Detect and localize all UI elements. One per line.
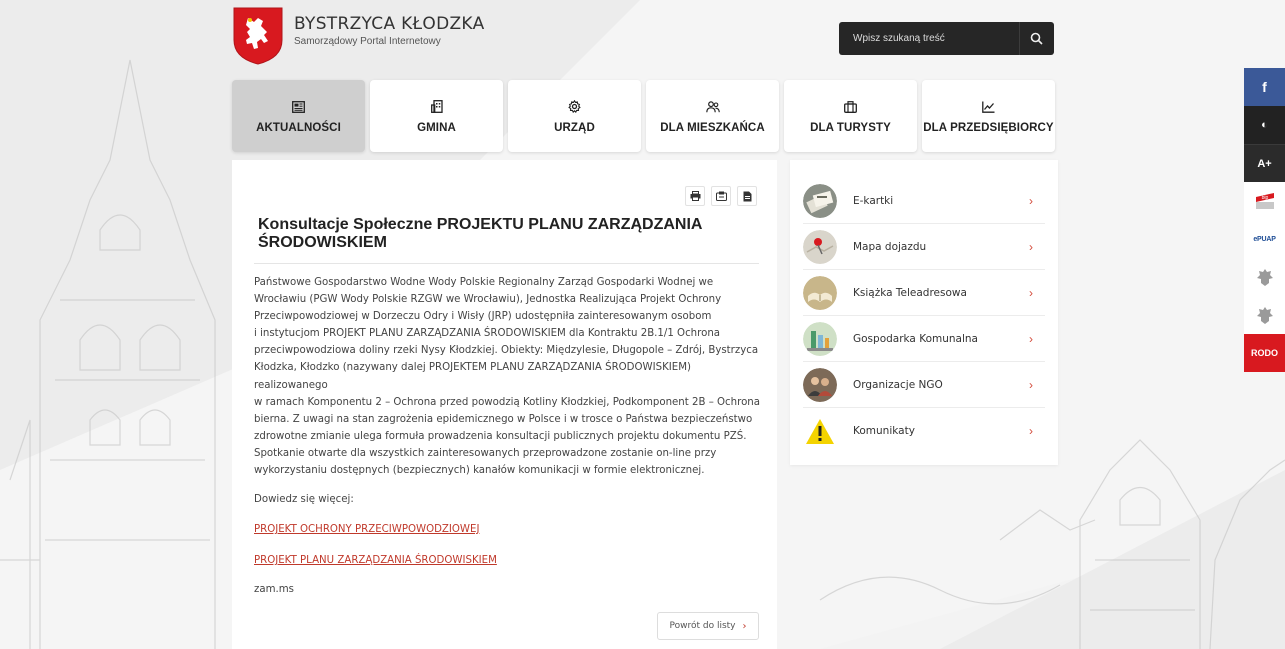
main-nav: AKTUALNOŚCI GMINA URZĄD DLA MIESZKAŃCA D…	[232, 80, 1055, 152]
side-link-label: Mapa dojazdu	[853, 240, 927, 253]
search-button[interactable]	[1019, 22, 1052, 55]
send-button[interactable]	[711, 186, 731, 206]
side-link-label: E-kartki	[853, 194, 894, 207]
search-icon	[1030, 32, 1043, 45]
bip-icon: bip	[1255, 193, 1274, 209]
back-label: Powrót do listy	[669, 621, 736, 631]
rodo-button[interactable]: RODO	[1244, 334, 1285, 372]
pdf-icon	[743, 191, 751, 201]
side-link-ksiazka-teleadresowa[interactable]: Książka Teleadresowa ›	[803, 270, 1045, 316]
chevron-right-icon: ›	[1029, 424, 1033, 438]
side-link-mapa-dojazdu[interactable]: Mapa dojazdu ›	[803, 224, 1045, 270]
article-line: zdrowotne zmianie ulega formuła prowadze…	[254, 430, 747, 442]
contrast-button[interactable]: ◐	[1244, 106, 1285, 144]
side-link-label: Organizacje NGO	[853, 378, 943, 391]
article-tools	[685, 186, 757, 206]
nav-item-urzad[interactable]: URZĄD	[508, 80, 641, 152]
article-line: Wrocławiu (PGW Wody Polskie RZGW we Wroc…	[254, 294, 722, 306]
quick-links-panel: E-kartki › Mapa dojazdu › Książka Telead…	[790, 160, 1058, 465]
nav-label: URZĄD	[554, 121, 595, 134]
ekartki-thumb-icon	[803, 183, 837, 218]
book-thumb-icon	[803, 275, 837, 310]
site-title: BYSTRZYCA KŁODZKA	[294, 14, 485, 34]
nav-item-gmina[interactable]: GMINA	[370, 80, 503, 152]
right-toolbar: f ◐ A+ bip ePUAP RODO	[1244, 68, 1285, 372]
building-icon	[430, 99, 443, 115]
newspaper-icon	[292, 99, 305, 115]
gear-icon	[568, 99, 581, 115]
side-link-komunikaty[interactable]: Komunikaty ›	[803, 408, 1045, 454]
article-line: Kłodzka, Kłodzko (nazywany dalej PROJEKT…	[254, 362, 691, 391]
print-button[interactable]	[685, 186, 705, 206]
nav-item-dla-mieszkanca[interactable]: DLA MIESZKAŃCA	[646, 80, 779, 152]
site-subtitle: Samorządowy Portal Internetowy	[294, 36, 441, 47]
side-link-gospodarka-komunalna[interactable]: Gospodarka Komunalna ›	[803, 316, 1045, 362]
print-icon	[690, 191, 700, 201]
chevron-right-icon: ›	[1029, 193, 1033, 208]
nav-item-dla-przedsiebiorcy[interactable]: DLA PRZEDSIĘBIORCY	[922, 80, 1055, 152]
side-link-label: Komunikaty	[853, 425, 915, 437]
pdf-button[interactable]	[737, 186, 757, 206]
link-projekt-planu[interactable]: PROJEKT PLANU ZARZĄDZANIA ŚRODOWISKIEM	[254, 555, 497, 566]
map-pin-thumb-icon	[803, 229, 837, 264]
nav-label: DLA TURYSTY	[810, 121, 891, 134]
suitcase-icon	[844, 99, 857, 115]
polish-eagle-icon	[1256, 269, 1273, 286]
article-line: Państwowe Gospodarstwo Wodne Wody Polski…	[254, 277, 714, 288]
coat-of-arms-icon	[233, 7, 283, 65]
epuap-button[interactable]: ePUAP	[1244, 220, 1285, 258]
chevron-right-icon: ›	[1029, 285, 1033, 300]
contrast-icon: ◐	[1261, 119, 1268, 131]
article-line: Spotkanie otwarte dla wszystkich zainter…	[254, 447, 717, 459]
send-icon	[715, 191, 727, 201]
communal-thumb-icon	[803, 321, 837, 356]
font-size-button[interactable]: A+	[1244, 144, 1285, 182]
chevron-right-icon: ›	[1029, 377, 1033, 392]
nav-item-aktualnosci[interactable]: AKTUALNOŚCI	[232, 80, 365, 152]
font-size-icon: A+	[1257, 157, 1272, 170]
site-logo[interactable]: BYSTRZYCA KŁODZKA Samorządowy Portal Int…	[232, 6, 485, 66]
nav-label: AKTUALNOŚCI	[256, 121, 341, 134]
nav-item-dla-turysty[interactable]: DLA TURYSTY	[784, 80, 917, 152]
rodo-label: RODO	[1251, 348, 1278, 358]
ngo-thumb-icon	[803, 367, 837, 402]
epuap-logo: ePUAP	[1253, 235, 1276, 243]
link-projekt-ochrony[interactable]: PROJEKT OCHRONY PRZECIWPOWODZIOWEJ	[254, 524, 479, 535]
search-box	[839, 22, 1054, 55]
facebook-button[interactable]: f	[1244, 68, 1285, 106]
article: Konsultacje Społeczne PROJEKTU PLANU ZAR…	[232, 160, 777, 649]
article-line: i instytucjom PROJEKT PLANU ZARZĄDZANIA …	[254, 328, 721, 340]
people-icon	[705, 99, 720, 115]
article-line: bierna. Z uwagi na stan zagrożenia epide…	[254, 413, 753, 425]
side-link-label: Gospodarka Komunalna	[853, 332, 978, 345]
back-to-list-button[interactable]: Powrót do listy ›	[657, 612, 759, 640]
side-link-organizacje-ngo[interactable]: Organizacje NGO ›	[803, 362, 1045, 408]
article-body: Państwowe Gospodarstwo Wodne Wody Polski…	[254, 274, 764, 479]
warning-icon	[806, 419, 834, 444]
article-line: przeciwpowodziowa doliny rzeki Nysy Kłod…	[254, 345, 759, 357]
article-line: wykorzystaniu dostępnych (bezpiecznych) …	[254, 465, 705, 477]
read-more-label: Dowiedz się więcej:	[254, 494, 354, 505]
article-line: w ramach Komponentu 2 – Ochrona przed po…	[254, 396, 761, 408]
divider	[254, 263, 759, 264]
chevron-right-icon: ›	[1029, 331, 1033, 346]
author-signature: zam.ms	[254, 584, 294, 595]
article-line: Przeciwpowodziowej w Dorzeczu Odry i Wis…	[254, 311, 712, 323]
article-title: Konsultacje Społeczne PROJEKTU PLANU ZAR…	[258, 216, 702, 251]
polish-eagle-icon	[1256, 307, 1273, 324]
side-link-e-kartki[interactable]: E-kartki ›	[803, 178, 1045, 224]
side-link-label: Książka Teleadresowa	[853, 286, 967, 299]
nav-label: DLA MIESZKAŃCA	[660, 121, 765, 134]
emblem-button-2[interactable]	[1244, 296, 1285, 334]
chart-line-icon	[982, 99, 995, 115]
nav-label: DLA PRZEDSIĘBIORCY	[923, 121, 1054, 134]
chevron-right-icon: ›	[1029, 239, 1033, 254]
search-input[interactable]	[839, 22, 1019, 55]
bip-label: bip	[1261, 195, 1268, 201]
emblem-button-1[interactable]	[1244, 258, 1285, 296]
chevron-right-icon: ›	[742, 620, 747, 632]
nav-label: GMINA	[417, 121, 456, 134]
facebook-icon: f	[1262, 79, 1267, 95]
bip-button[interactable]: bip	[1244, 182, 1285, 220]
